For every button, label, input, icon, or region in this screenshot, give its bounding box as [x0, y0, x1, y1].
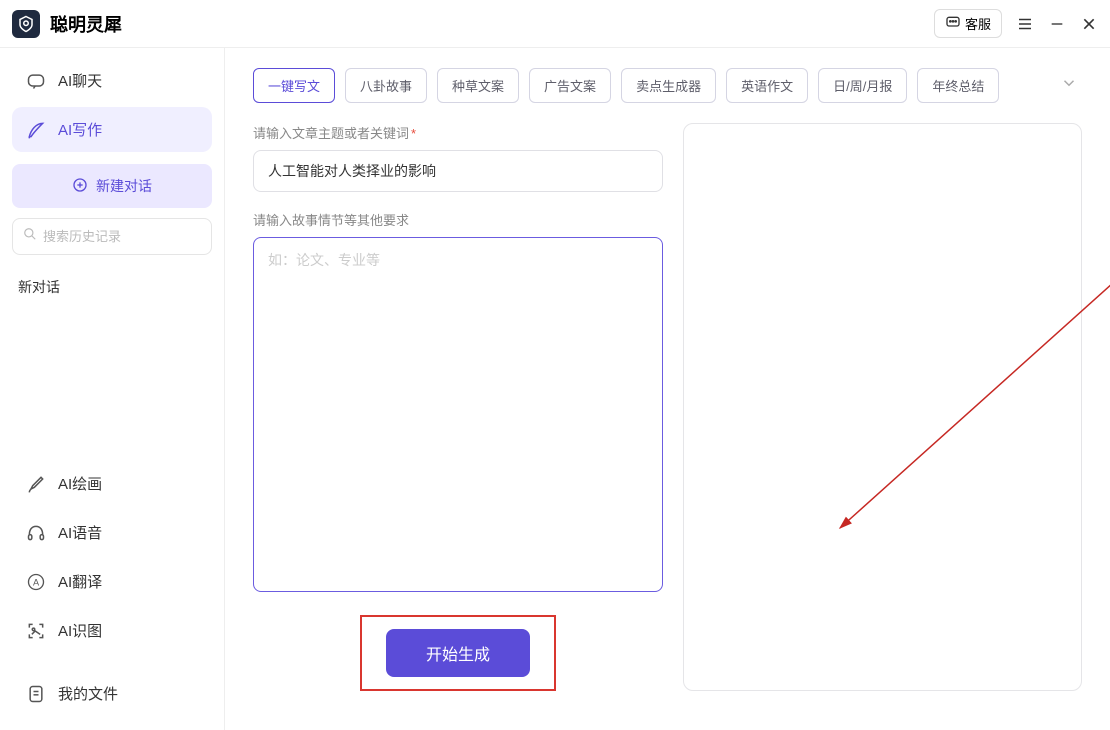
new-chat-button[interactable]: 新建对话 — [12, 164, 212, 208]
output-panel — [683, 123, 1082, 691]
sidebar-item-label: AI绘画 — [58, 473, 102, 494]
history-item[interactable]: 新对话 — [12, 265, 212, 309]
category-button[interactable]: 种草文案 — [437, 68, 519, 103]
image-scan-icon — [26, 621, 46, 641]
search-input[interactable] — [43, 229, 201, 244]
sidebar-item-label: AI翻译 — [58, 571, 102, 592]
sidebar-item-voice[interactable]: AI语音 — [12, 510, 212, 555]
minimize-button[interactable] — [1048, 15, 1066, 33]
category-button[interactable]: 年终总结 — [917, 68, 999, 103]
svg-text:A: A — [33, 577, 40, 587]
expand-categories-button[interactable] — [1056, 70, 1082, 101]
main-area: 一键写文 八卦故事 种草文案 广告文案 卖点生成器 英语作文 日/周/月报 年终… — [225, 48, 1110, 730]
requirements-field-label: 请输入故事情节等其他要求 — [253, 210, 663, 229]
headphones-icon — [26, 523, 46, 543]
sidebar-item-label: AI写作 — [58, 119, 102, 140]
file-icon — [26, 684, 46, 704]
new-chat-label: 新建对话 — [96, 176, 152, 196]
app-title: 聪明灵犀 — [50, 11, 122, 37]
chat-icon — [945, 14, 961, 33]
history-item-label: 新对话 — [18, 279, 60, 295]
category-button[interactable]: 卖点生成器 — [621, 68, 716, 103]
requirements-textarea[interactable] — [253, 237, 663, 592]
category-button[interactable]: 八卦故事 — [345, 68, 427, 103]
sidebar-item-label: AI识图 — [58, 620, 102, 641]
search-box[interactable] — [12, 218, 212, 255]
sidebar-item-label: 我的文件 — [58, 683, 118, 704]
category-button[interactable]: 日/周/月报 — [818, 68, 907, 103]
brush-icon — [26, 474, 46, 494]
titlebar: 聪明灵犀 客服 — [0, 0, 1110, 48]
sidebar-item-chat[interactable]: AI聊天 — [12, 58, 212, 103]
category-button[interactable]: 英语作文 — [726, 68, 808, 103]
annotation-highlight: 开始生成 — [360, 615, 556, 691]
topic-field-label: 请输入文章主题或者关键词* — [253, 123, 663, 142]
category-row: 一键写文 八卦故事 种草文案 广告文案 卖点生成器 英语作文 日/周/月报 年终… — [253, 68, 1082, 103]
sidebar-item-label: AI聊天 — [58, 70, 102, 91]
generate-button[interactable]: 开始生成 — [386, 629, 530, 677]
customer-service-button[interactable]: 客服 — [934, 9, 1002, 38]
app-logo — [12, 10, 40, 38]
plus-circle-icon — [72, 177, 88, 196]
category-button[interactable]: 广告文案 — [529, 68, 611, 103]
sidebar-item-write[interactable]: AI写作 — [12, 107, 212, 152]
menu-button[interactable] — [1016, 15, 1034, 33]
search-icon — [23, 227, 37, 246]
close-button[interactable] — [1080, 15, 1098, 33]
topic-input[interactable] — [253, 150, 663, 192]
category-button[interactable]: 一键写文 — [253, 68, 335, 103]
sidebar-item-files[interactable]: 我的文件 — [12, 671, 212, 716]
translate-icon: A — [26, 572, 46, 592]
sidebar: AI聊天 AI写作 新建对话 新对话 — [0, 48, 225, 730]
sidebar-item-label: AI语音 — [58, 522, 102, 543]
sidebar-item-image[interactable]: AI识图 — [12, 608, 212, 653]
chat-bubble-icon — [26, 71, 46, 91]
sidebar-item-translate[interactable]: A AI翻译 — [12, 559, 212, 604]
sidebar-item-draw[interactable]: AI绘画 — [12, 461, 212, 506]
feather-icon — [26, 120, 46, 140]
customer-service-label: 客服 — [965, 14, 991, 33]
